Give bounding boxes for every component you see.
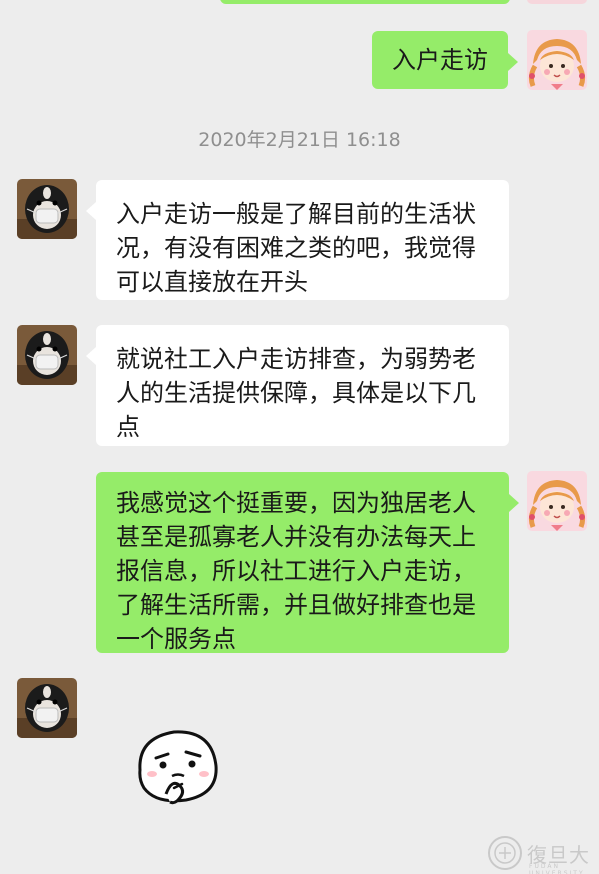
thinking-face-icon	[138, 730, 218, 805]
cartoon-girl-avatar-icon	[527, 471, 587, 531]
dog-with-mask-avatar-icon	[17, 678, 77, 738]
thinking-face-sticker[interactable]	[130, 718, 226, 814]
other-avatar[interactable]	[17, 678, 77, 738]
cartoon-girl-avatar-icon	[527, 30, 587, 90]
message-bubble-incoming[interactable]: 入户走访一般是了解目前的生活状 况，有没有困难之类的吧，我觉得 可以直接放在开头	[86, 180, 509, 300]
other-avatar[interactable]	[17, 179, 77, 239]
message-timestamp: 2020年2月21日 16:18	[198, 129, 401, 151]
other-avatar[interactable]	[17, 325, 77, 385]
previous-message-bubble[interactable]	[220, 0, 510, 4]
my-avatar[interactable]	[527, 471, 587, 531]
my-avatar[interactable]	[527, 30, 587, 90]
message-bubble-outgoing[interactable]: 我感觉这个挺重要，因为独居老人 甚至是孤寡老人并没有办法每天上 报信息，所以社工…	[96, 472, 519, 653]
previous-avatar[interactable]	[527, 0, 587, 4]
chat-window: 入户走访 2020年2月21日 16:18 入户走访一般是了解目前的生活状 况，…	[0, 0, 599, 874]
university-watermark: 復旦大學 FUDAN UNIVERSITY	[487, 833, 597, 874]
dog-with-mask-avatar-icon	[17, 179, 77, 239]
watermark-subtext: FUDAN UNIVERSITY	[529, 863, 585, 874]
university-seal-icon	[488, 836, 522, 870]
message-bubble-outgoing[interactable]: 入户走访	[372, 31, 518, 89]
message-bubble-incoming[interactable]: 就说社工入户走访排查，为弱势老 人的生活提供保障，具体是以下几 点	[86, 325, 509, 446]
dog-with-mask-avatar-icon	[17, 325, 77, 385]
